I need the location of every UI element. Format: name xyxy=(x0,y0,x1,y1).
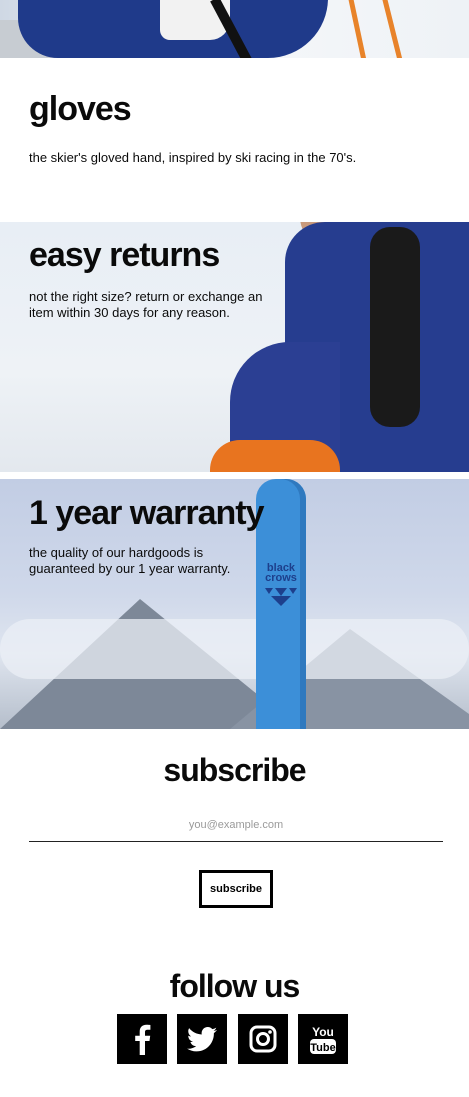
follow-title: follow us xyxy=(169,968,301,1004)
youtube-icon: You Tube xyxy=(310,1025,336,1054)
gloves-text: the skier's gloved hand, inspired by ski… xyxy=(29,150,357,165)
warranty-text: the quality of our hardgoods is guarante… xyxy=(29,545,231,576)
gloves-title: gloves xyxy=(29,90,132,128)
returns-backpack xyxy=(370,227,420,427)
hero-ski-pole xyxy=(381,0,404,58)
youtube-text-top: You xyxy=(312,1025,334,1039)
hero-ski-pole xyxy=(347,0,368,58)
email-field[interactable] xyxy=(29,808,443,842)
warranty-title: 1 year warranty xyxy=(29,494,264,532)
youtube-link[interactable]: You Tube xyxy=(298,1014,348,1064)
ski-brand-logo: black crows xyxy=(265,562,297,584)
subscribe-title: subscribe xyxy=(163,752,306,788)
returns-title: easy returns xyxy=(29,236,220,274)
instagram-icon xyxy=(249,1025,277,1053)
crow-logo-icon xyxy=(265,588,297,606)
hero-image xyxy=(0,0,469,58)
facebook-link[interactable] xyxy=(117,1014,167,1064)
facebook-icon xyxy=(135,1024,151,1055)
warranty-clouds xyxy=(0,619,469,679)
twitter-link[interactable] xyxy=(177,1014,227,1064)
twitter-icon xyxy=(187,1026,217,1051)
returns-text: not the right size? return or exchange a… xyxy=(29,289,263,320)
returns-orange-bag xyxy=(210,440,340,472)
instagram-link[interactable] xyxy=(238,1014,288,1064)
subscribe-button[interactable]: subscribe xyxy=(199,870,273,908)
youtube-text-bottom: Tube xyxy=(310,1042,335,1054)
